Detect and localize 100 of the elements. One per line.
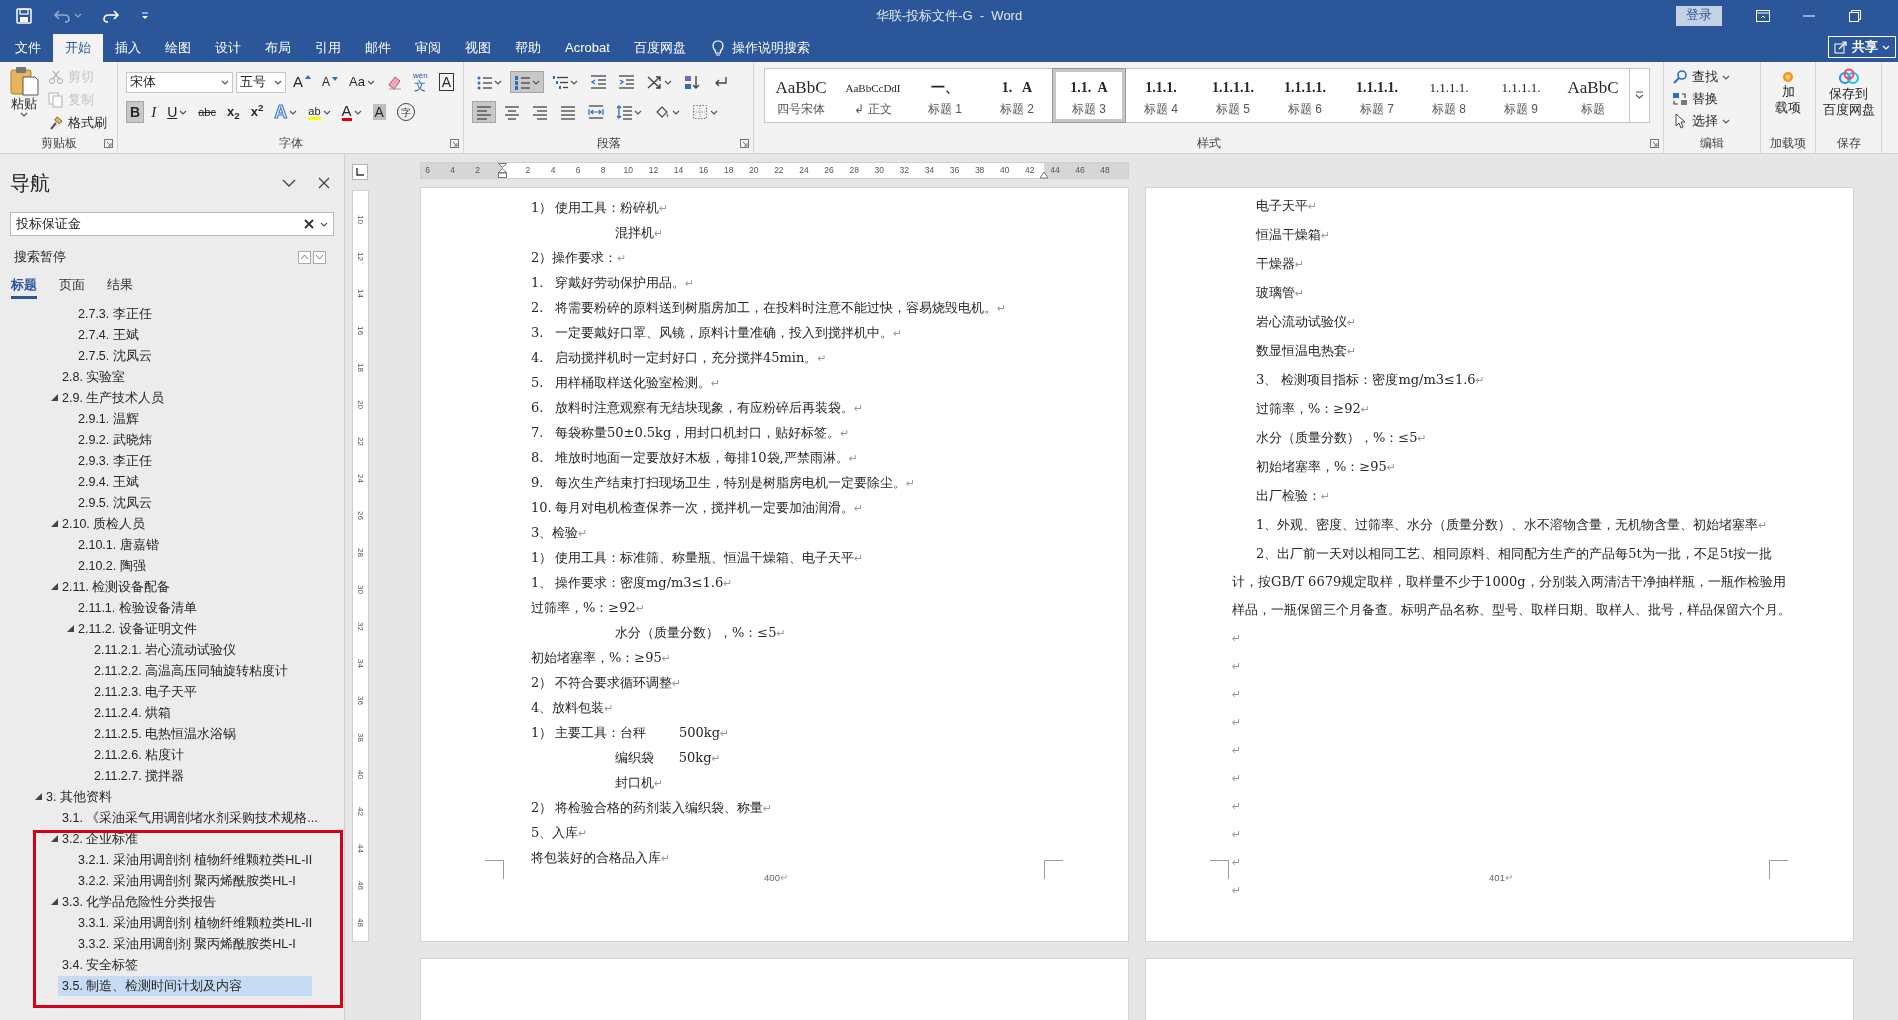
next-result-button[interactable] <box>313 250 326 264</box>
fontcolor-button[interactable]: A <box>337 101 366 123</box>
nav-heading[interactable]: 3.3.1. 采油用调剖剂 植物纤维颗粒类HL-II <box>74 912 317 933</box>
nav-heading[interactable]: 3.1. 《采油采气用调剖堵水剂采购技术规格... <box>58 807 322 828</box>
sign-in-button[interactable]: 登录 <box>1676 5 1722 26</box>
case-button[interactable]: Aa <box>345 71 379 93</box>
font-size-field[interactable]: 五号 <box>236 71 286 93</box>
nav-heading[interactable]: 2.10. 质检人员 <box>58 513 312 534</box>
italic-button[interactable]: I <box>147 101 161 123</box>
ribbon-tab[interactable]: 文件 <box>3 34 53 62</box>
nav-heading[interactable]: 2.11.2.4. 烘箱 <box>90 702 312 723</box>
style-option[interactable]: 1.1.1. 标题 4 <box>1125 69 1197 122</box>
nav-heading[interactable]: 2.11.2. 设备证明文件 <box>74 618 312 639</box>
find-button[interactable]: 查找 <box>1672 66 1760 88</box>
tell-me-search[interactable]: 操作说明搜索 <box>697 34 810 62</box>
nav-heading[interactable]: 2.10.1. 唐嘉锴 <box>74 534 312 555</box>
nav-heading[interactable]: 2.9.3. 李正任 <box>74 450 312 471</box>
ribbon-tab[interactable]: Acrobat <box>553 34 622 62</box>
search-field[interactable]: 投标保证金 <box>10 212 334 236</box>
nav-heading[interactable]: 2.11.2.5. 电热恒温水浴锅 <box>90 723 312 744</box>
nav-heading[interactable]: 3.5. 制造、检测时间计划及内容 <box>58 975 312 996</box>
shading-button[interactable]: A <box>368 101 390 123</box>
caret-icon <box>221 79 229 85</box>
nav-heading[interactable]: 3.2.1. 采油用调剖剂 植物纤维颗粒类HL-II <box>74 849 317 870</box>
ribbon-tab[interactable]: 百度网盘 <box>621 34 698 62</box>
nav-heading[interactable]: 2.11. 检测设备配备 <box>58 576 312 597</box>
style-option[interactable]: 一、 标题 1 <box>909 69 981 122</box>
style-option[interactable]: 1. A 标题 2 <box>981 69 1053 122</box>
underline-button[interactable]: U <box>163 101 192 123</box>
nav-heading[interactable]: 2.7.4. 王斌 <box>74 324 312 345</box>
save-to-cloud-button[interactable]: 保存到 百度网盘 <box>1822 68 1875 134</box>
sup-button[interactable]: x$^{2}$ <box>246 101 268 123</box>
style-option[interactable]: 1.1.1.1. 标题 5 <box>1197 69 1269 122</box>
nav-heading[interactable]: 2.9. 生产技术人员 <box>58 387 312 408</box>
nav-heading[interactable]: 2.9.5. 沈凤云 <box>74 492 312 513</box>
nav-heading[interactable]: 2.9.2. 武晓炜 <box>74 429 312 450</box>
nav-heading[interactable]: 2.7.3. 李正任 <box>74 303 312 324</box>
share-button[interactable]: 共享 <box>1828 36 1896 58</box>
paragraph-text: 恒温干燥箱↵ <box>1255 226 1331 244</box>
ribbon-tab[interactable]: 开始 <box>53 34 103 62</box>
tab-selector-button[interactable] <box>352 164 368 180</box>
style-option[interactable]: 1.1.1.1. 标题 8 <box>1413 69 1485 122</box>
ruler-number: 10 <box>623 164 634 177</box>
nav-heading[interactable]: 2.9.4. 王斌 <box>74 471 312 492</box>
pane-tab[interactable]: 结果 <box>107 275 133 299</box>
strike-button[interactable]: abc <box>194 101 220 123</box>
ribbon-tab[interactable]: 设计 <box>203 34 253 62</box>
highlight-button[interactable]: ab <box>304 101 335 123</box>
phonetic-button[interactable]: wén 文 <box>408 71 432 93</box>
nav-heading[interactable]: 2.11.2.3. 电子天平 <box>90 681 312 702</box>
pane-tab[interactable]: 标题 <box>11 275 37 299</box>
nav-heading[interactable]: 2.7.5. 沈凤云 <box>74 345 312 366</box>
nav-heading[interactable]: 3.3. 化学品危险性分类报告 <box>58 891 312 912</box>
nav-heading[interactable]: 3. 其他资料 <box>42 786 312 807</box>
previous-result-button[interactable] <box>298 250 311 264</box>
style-option[interactable]: 1.1.1.1. 标题 9 <box>1485 69 1557 122</box>
grow-button[interactable]: A <box>289 71 315 93</box>
customize-button[interactable] <box>140 10 150 21</box>
add-ins-button[interactable]: 加 载项 <box>1775 70 1801 134</box>
paste-button[interactable]: 粘贴 <box>6 66 42 134</box>
style-option[interactable]: AaBbC 标题 <box>1557 69 1629 122</box>
nav-heading[interactable]: 2.11.1. 检验设备清单 <box>74 597 312 618</box>
ribbon-tab[interactable]: 邮件 <box>353 34 403 62</box>
sub-button[interactable]: x$_{2}$ <box>223 101 244 123</box>
save-button[interactable] <box>15 6 33 25</box>
pane-tab[interactable]: 页面 <box>59 275 85 299</box>
ribbon-tab[interactable]: 引用 <box>303 34 353 62</box>
nav-heading[interactable]: 3.3.2. 采油用调剖剂 聚丙烯酰胺类HL-I <box>74 933 312 954</box>
shrink-button[interactable]: A <box>318 71 343 93</box>
nav-heading[interactable]: 2.10.2. 陶强 <box>74 555 312 576</box>
ruler-number: 46 <box>355 881 367 890</box>
nav-heading[interactable]: 2.8. 实验室 <box>58 366 312 387</box>
replace-button[interactable]: 替换 <box>1672 88 1760 110</box>
left-button[interactable] <box>472 101 496 123</box>
nav-heading[interactable]: 2.9.1. 温辉 <box>74 408 312 429</box>
style-option[interactable]: 1.1.1.1. 标题 6 <box>1269 69 1341 122</box>
painter-button[interactable]: 格式刷 <box>48 112 107 134</box>
gallery-more-button[interactable] <box>1630 68 1650 123</box>
style-option[interactable]: 1.1. A 标题 3 <box>1053 69 1125 122</box>
font-name-field[interactable]: 宋体 <box>126 71 233 93</box>
nav-heading[interactable]: 2.11.2.2. 高温高压同轴旋转粘度计 <box>90 660 312 681</box>
nav-heading[interactable]: 3.2. 企业标准 <box>58 828 312 849</box>
ribbon-tab[interactable]: 绘图 <box>153 34 203 62</box>
ribbon-tab[interactable]: 布局 <box>253 34 303 62</box>
ribbon-tab[interactable]: 视图 <box>453 34 503 62</box>
nav-heading[interactable]: 3.2.2. 采油用调剖剂 聚丙烯酰胺类HL-I <box>74 870 312 891</box>
bold-button[interactable]: B <box>126 101 145 123</box>
redo-button[interactable] <box>102 7 120 24</box>
ribbon-tab[interactable]: 帮助 <box>503 34 553 62</box>
nav-heading[interactable]: 2.11.2.1. 岩心流动试验仪 <box>90 639 312 660</box>
select-button[interactable]: 选择 <box>1672 110 1760 132</box>
nav-heading[interactable]: 2.11.2.6. 粘度计 <box>90 744 312 765</box>
style-option[interactable]: AaBbCcDdI ↲ 正文 <box>837 69 909 122</box>
style-option[interactable]: 1.1.1.1. 标题 7 <box>1341 69 1413 122</box>
group-label: 保存 <box>1835 135 1862 152</box>
nav-heading[interactable]: 2.11.2.7. 搅拌器 <box>90 765 312 786</box>
ribbon-tab[interactable]: 插入 <box>103 34 153 62</box>
nav-heading[interactable]: 3.4. 安全标签 <box>58 954 312 975</box>
ribbon-tab[interactable]: 审阅 <box>403 34 453 62</box>
style-option[interactable]: AaBbC 四号宋体 <box>765 69 837 122</box>
